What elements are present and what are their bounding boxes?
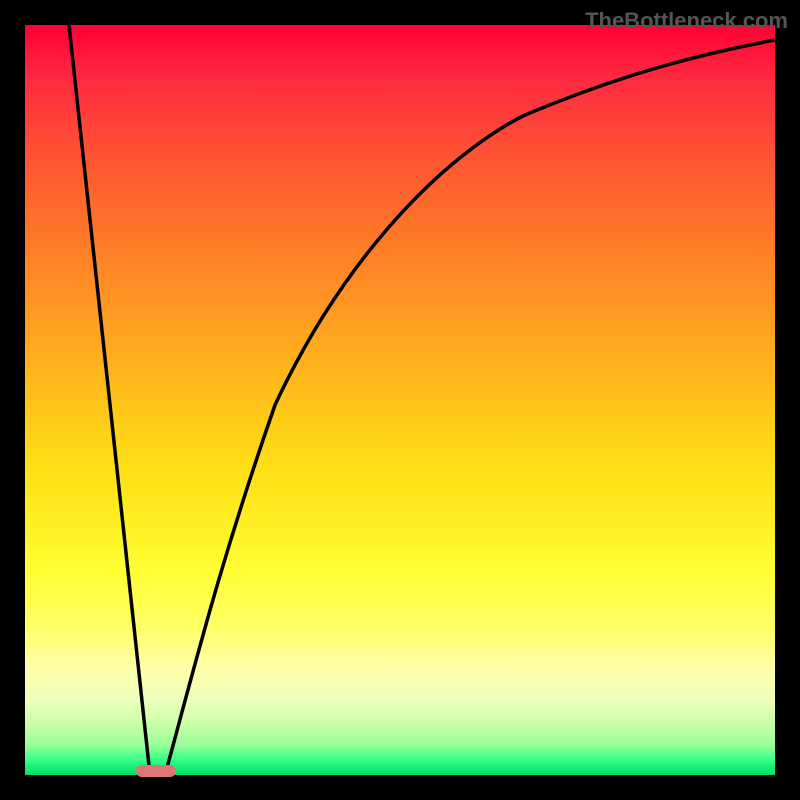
watermark-attribution: TheBottleneck.com xyxy=(585,8,788,34)
chart-container: TheBottleneck.com xyxy=(0,0,800,800)
bottleneck-curve xyxy=(25,25,775,775)
curve-path xyxy=(69,25,775,775)
minimum-point-marker xyxy=(136,765,176,777)
